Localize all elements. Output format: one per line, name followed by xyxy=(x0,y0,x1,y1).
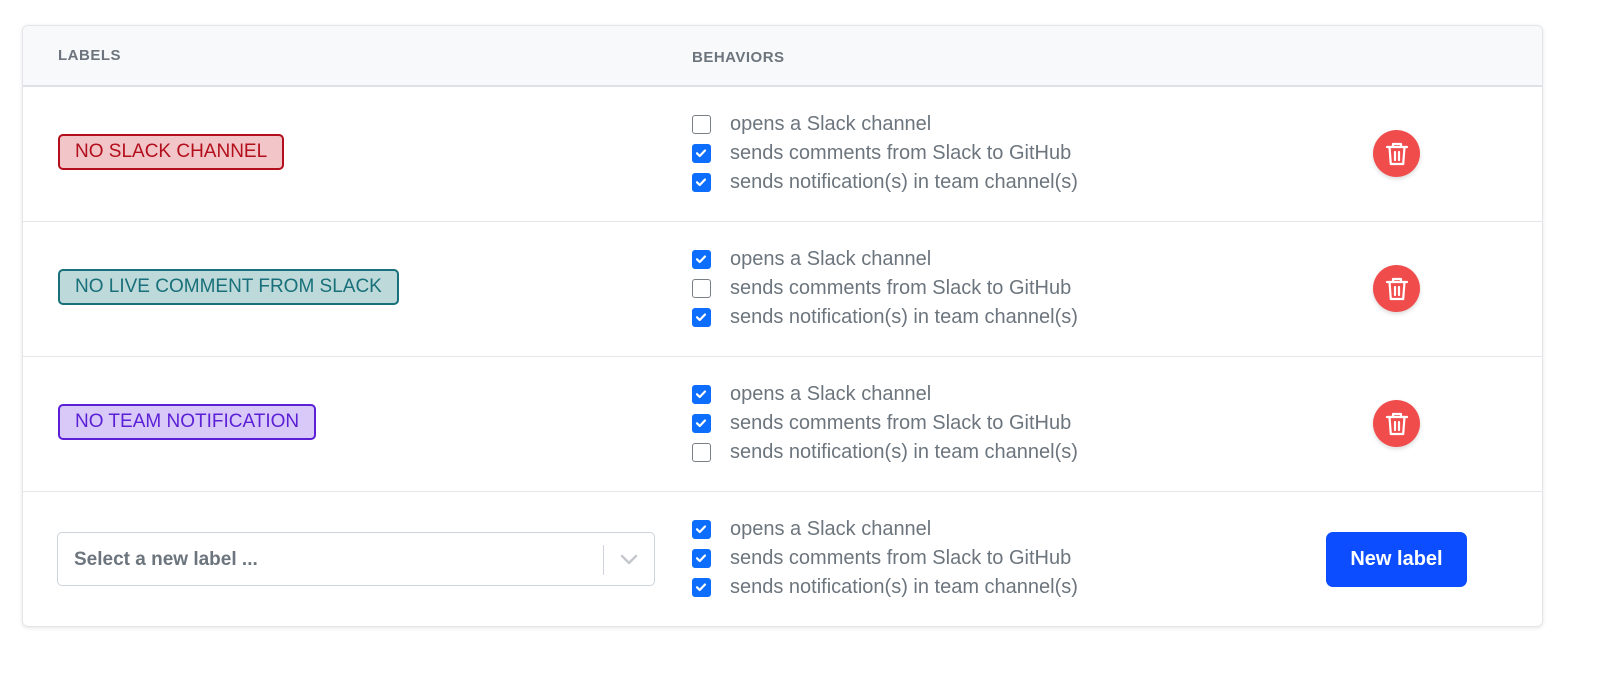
behavior-sync-comments: sends comments from Slack to GitHub xyxy=(692,139,1078,168)
open-channel-checkbox[interactable] xyxy=(692,385,711,404)
sync-comments-checkbox[interactable] xyxy=(692,549,711,568)
notify-team-checkbox[interactable] xyxy=(692,578,711,597)
sync-comments-checkbox[interactable] xyxy=(692,279,711,298)
behavior-label: opens a Slack channel xyxy=(730,383,932,405)
behavior-sync-comments: sends comments from Slack to GitHub xyxy=(692,274,1078,303)
behaviors-column-header: BEHAVIORS xyxy=(692,49,785,66)
table-row: NO LIVE COMMENT FROM SLACK opens a Slack… xyxy=(23,222,1542,357)
open-channel-checkbox[interactable] xyxy=(692,115,711,134)
sync-comments-checkbox[interactable] xyxy=(692,144,711,163)
trash-icon xyxy=(1385,142,1408,165)
check-icon xyxy=(695,419,707,428)
check-icon xyxy=(695,525,707,534)
trash-icon xyxy=(1385,277,1408,300)
behavior-label: opens a Slack channel xyxy=(730,248,932,270)
check-icon xyxy=(695,255,707,264)
select-placeholder: Select a new label ... xyxy=(74,549,258,570)
behavior-label: opens a Slack channel xyxy=(730,518,932,540)
behavior-list: opens a Slack channel sends comments fro… xyxy=(692,380,1078,467)
behavior-label: sends comments from Slack to GitHub xyxy=(730,412,1072,434)
behavior-notify-team: sends notification(s) in team channel(s) xyxy=(692,438,1078,467)
behavior-notify-team: sends notification(s) in team channel(s) xyxy=(692,168,1078,197)
new-label-button[interactable]: New label xyxy=(1326,532,1467,587)
labels-column-header: LABELS xyxy=(58,47,121,64)
behavior-open-channel: opens a Slack channel xyxy=(692,110,1078,139)
behavior-label: sends notification(s) in team channel(s) xyxy=(730,306,1078,328)
behavior-list: opens a Slack channel sends comments fro… xyxy=(692,245,1078,332)
delete-label-button[interactable] xyxy=(1373,265,1420,312)
behavior-sync-comments: sends comments from Slack to GitHub xyxy=(692,544,1078,573)
check-icon xyxy=(695,583,707,592)
behavior-open-channel: opens a Slack channel xyxy=(692,515,1078,544)
open-channel-checkbox[interactable] xyxy=(692,520,711,539)
notify-team-checkbox[interactable] xyxy=(692,173,711,192)
open-channel-checkbox[interactable] xyxy=(692,250,711,269)
behavior-list: opens a Slack channel sends comments fro… xyxy=(692,110,1078,197)
labels-behaviors-table: LABELS BEHAVIORS NO SLACK CHANNEL opens … xyxy=(22,25,1543,627)
behavior-label: sends notification(s) in team channel(s) xyxy=(730,441,1078,463)
behavior-label: sends comments from Slack to GitHub xyxy=(730,547,1072,569)
table-row: NO SLACK CHANNEL opens a Slack channel s… xyxy=(23,87,1542,222)
behavior-label: sends comments from Slack to GitHub xyxy=(730,277,1072,299)
notify-team-checkbox[interactable] xyxy=(692,443,711,462)
behavior-sync-comments: sends comments from Slack to GitHub xyxy=(692,409,1078,438)
label-badge: NO TEAM NOTIFICATION xyxy=(58,404,317,440)
check-icon xyxy=(695,149,707,158)
label-badge: NO LIVE COMMENT FROM SLACK xyxy=(58,269,399,305)
behavior-label: sends notification(s) in team channel(s) xyxy=(730,576,1078,598)
check-icon xyxy=(695,178,707,187)
check-icon xyxy=(695,313,707,322)
behavior-open-channel: opens a Slack channel xyxy=(692,380,1078,409)
label-badge: NO SLACK CHANNEL xyxy=(58,134,285,170)
table-row: NO TEAM NOTIFICATION opens a Slack chann… xyxy=(23,357,1542,492)
behavior-label: sends comments from Slack to GitHub xyxy=(730,142,1072,164)
behavior-notify-team: sends notification(s) in team channel(s) xyxy=(692,303,1078,332)
trash-icon xyxy=(1385,412,1408,435)
behavior-label: opens a Slack channel xyxy=(730,113,932,135)
table-header: LABELS BEHAVIORS xyxy=(23,26,1542,87)
check-icon xyxy=(695,390,707,399)
chevron-down-icon[interactable] xyxy=(620,552,638,566)
label-select[interactable]: Select a new label ... xyxy=(57,532,655,586)
new-label-row: Select a new label ... opens a Slack cha… xyxy=(23,492,1542,626)
delete-label-button[interactable] xyxy=(1373,130,1420,177)
select-divider xyxy=(603,545,604,575)
delete-label-button[interactable] xyxy=(1373,400,1420,447)
behavior-notify-team: sends notification(s) in team channel(s) xyxy=(692,573,1078,602)
sync-comments-checkbox[interactable] xyxy=(692,414,711,433)
notify-team-checkbox[interactable] xyxy=(692,308,711,327)
behavior-open-channel: opens a Slack channel xyxy=(692,245,1078,274)
behavior-label: sends notification(s) in team channel(s) xyxy=(730,171,1078,193)
behavior-list: opens a Slack channel sends comments fro… xyxy=(692,515,1078,602)
check-icon xyxy=(695,554,707,563)
